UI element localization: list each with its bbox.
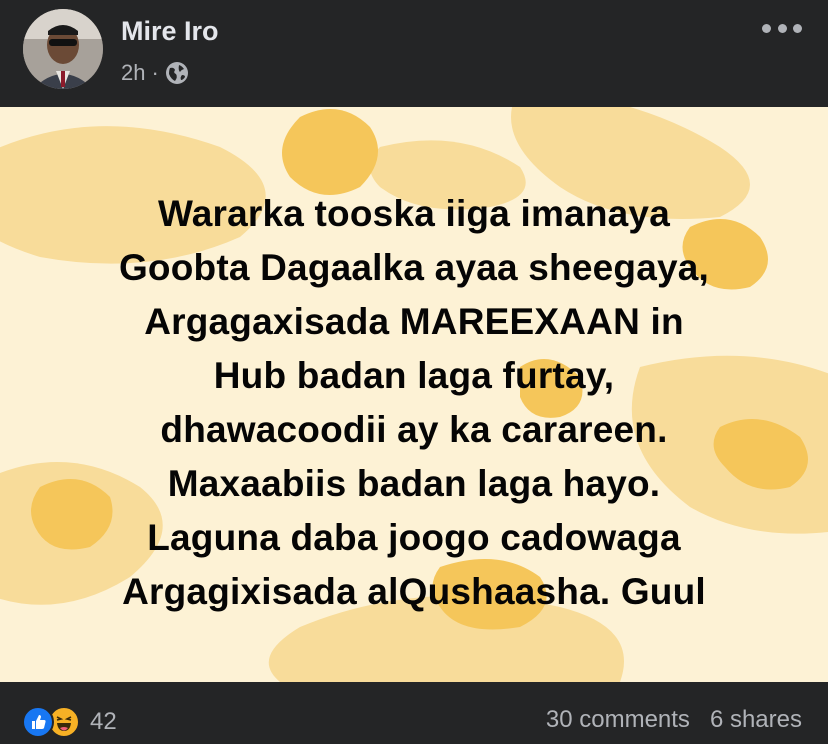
- post-time[interactable]: 2h: [121, 60, 145, 86]
- post-text: Wararka tooska iiga imanaya Goobta Dagaa…: [40, 187, 788, 619]
- post-text-line: Argagixisada alQushaasha. Guul: [122, 571, 706, 612]
- post-text-line: Goobta Dagaalka ayaa sheegaya,: [118, 247, 710, 288]
- shares-link[interactable]: 6 shares: [710, 706, 802, 734]
- post-meta: 2h ·: [121, 60, 189, 86]
- post-text-line: dhawacoodii ay ka carareen.: [160, 409, 668, 450]
- post-text-line: Hub badan laga furtay,: [213, 355, 615, 396]
- post-text-line: Wararka tooska iiga imanaya: [158, 193, 670, 234]
- engagement-stats: 30 comments 6 shares: [546, 706, 802, 734]
- reaction-count: 42: [90, 708, 117, 735]
- post-text-line: Maxaabiis badan laga hayo.: [167, 463, 661, 504]
- post-background-card: Wararka tooska iiga imanaya Goobta Dagaa…: [0, 107, 828, 682]
- reactions-summary[interactable]: 42: [22, 706, 117, 738]
- post-footer: 42 30 comments 6 shares: [0, 682, 828, 744]
- meta-separator: ·: [151, 60, 159, 85]
- globe-icon[interactable]: [165, 61, 189, 85]
- comments-link[interactable]: 30 comments: [546, 706, 690, 734]
- author-name[interactable]: Mire Iro: [121, 16, 219, 47]
- more-options-icon[interactable]: [762, 22, 802, 34]
- post-text-line: Argagaxisada MAREEXAAN in: [144, 301, 684, 342]
- like-reaction-icon: [22, 706, 54, 738]
- post-header: Mire Iro 2h ·: [0, 0, 828, 107]
- post-text-line: Laguna daba joogo cadowaga: [147, 517, 681, 558]
- author-avatar[interactable]: [23, 9, 103, 89]
- avatar-photo: [23, 9, 103, 89]
